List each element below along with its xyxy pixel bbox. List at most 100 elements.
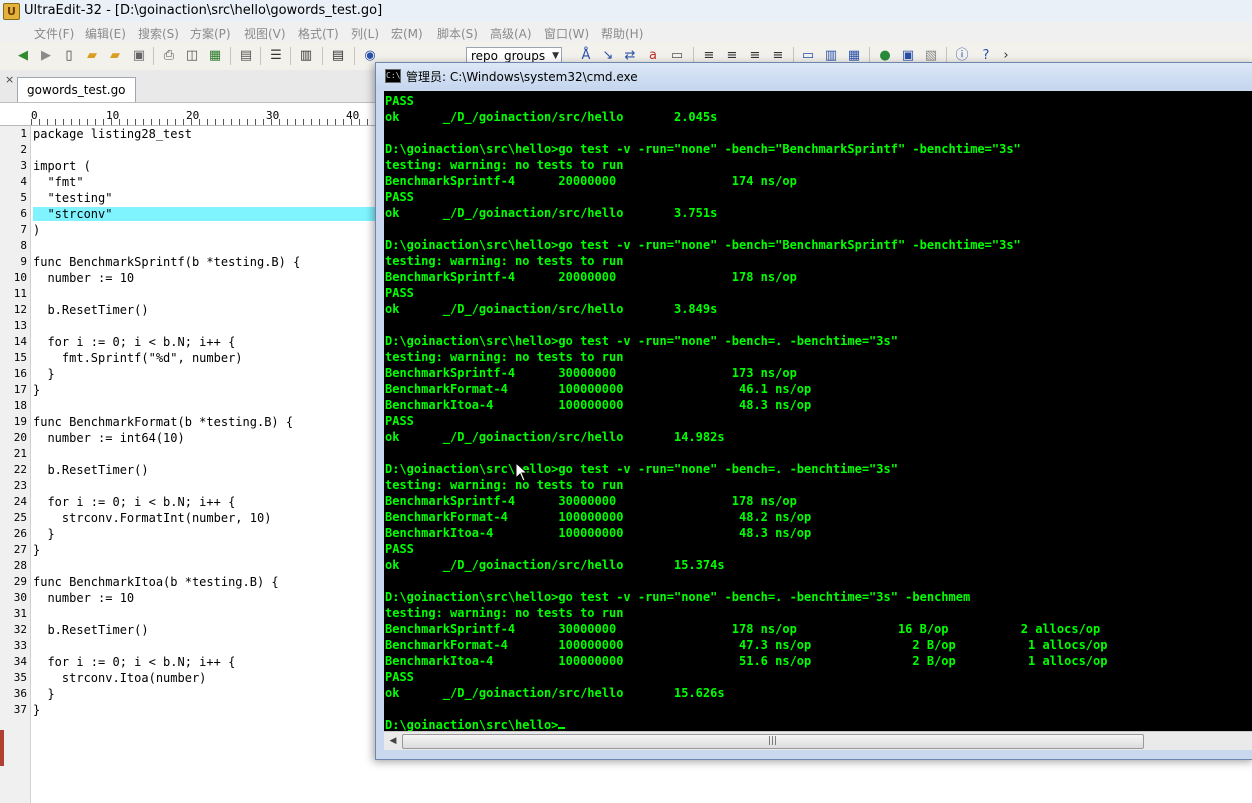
cmd-titlebar[interactable]: C:\ 管理员: C:\Windows\system32\cmd.exe [376,63,1252,89]
new-file-icon[interactable]: ▯ [61,48,77,64]
menu-project[interactable]: 方案(P) [190,25,231,42]
line-number: 27 [13,543,27,556]
menu-search[interactable]: 搜索(S) [138,25,179,42]
ultraedit-window-title: UltraEdit-32 - [D:\goinaction\src\hello\… [24,3,383,18]
close-tab-icon[interactable]: × [5,73,14,86]
menu-file[interactable]: 文件(F) [34,25,74,42]
code-line: } [33,527,55,541]
console-line: D:\goinaction\src\hello>go test -v -run=… [385,590,971,604]
save-icon[interactable]: ▣ [131,48,147,64]
console-line: PASS [385,190,414,204]
line-number: 14 [13,335,27,348]
word-wrap-icon[interactable]: ☰ [268,48,284,64]
tab-gowords-test[interactable]: gowords_test.go [17,77,136,102]
console-line: BenchmarkSprintf-4 30000000 178 ns/op [385,494,797,508]
line-number: 28 [13,559,27,572]
print-icon[interactable]: ⎙ [161,48,177,64]
print-preview-icon[interactable]: ◫ [184,48,200,64]
menu-window[interactable]: 窗口(W) [544,25,589,42]
code-line: ) [33,223,41,237]
console-line: BenchmarkSprintf-4 30000000 178 ns/op 16… [385,622,1101,636]
line-number: 30 [13,591,27,604]
notes-icon[interactable]: ▤ [330,48,346,64]
toolbar-separator [354,47,355,65]
console-line: BenchmarkFormat-4 100000000 48.2 ns/op [385,510,812,524]
line-number: 4 [20,175,27,188]
code-line: } [33,383,41,397]
line-number: 6 [20,207,27,220]
ultraedit-titlebar[interactable]: U UltraEdit-32 - [D:\goinaction\src\hell… [0,0,1252,23]
code-line: number := 10 [33,271,135,285]
cmd-window-icon: C:\ [385,69,401,83]
menu-view[interactable]: 视图(V) [244,25,286,42]
console-line: BenchmarkSprintf-4 20000000 178 ns/op [385,270,797,284]
mouse-pointer-icon [515,462,529,482]
toolbar-separator [322,47,323,65]
code-line: for i := 0; i < b.N; i++ { [33,335,236,349]
menu-script[interactable]: 脚本(S) [437,25,478,42]
code-line: package listing28_test [33,127,192,141]
code-editor[interactable]: 1 package listing28_test 2 3 import (4 "fmt"… [0,126,380,803]
text-cursor [558,727,566,729]
toolbar-separator [153,47,154,65]
ultraedit-app-icon[interactable]: U [3,3,20,20]
line-number: 22 [13,463,27,476]
horizontal-scrollbar[interactable]: ◀ ||| [384,731,1252,750]
line-number: 13 [13,319,27,332]
menu-advanced[interactable]: 高级(A) [490,25,532,42]
console-line: PASS [385,542,414,556]
code-line: fmt.Sprintf("%d", number) [33,351,243,365]
menu-edit[interactable]: 编辑(E) [85,25,126,42]
line-number: 36 [13,687,27,700]
open-folder-icon[interactable]: ▰ [84,48,100,64]
console-line: testing: warning: no tests to run [385,254,624,268]
line-number: 24 [13,495,27,508]
toolbar-separator [260,47,261,65]
line-number: 16 [13,367,27,380]
document-icon[interactable]: ▤ [238,48,254,64]
cmd-window[interactable]: C:\ 管理员: C:\Windows\system32\cmd.exe PAS… [375,62,1252,760]
code-line: b.ResetTimer() [33,303,149,317]
window-edge-strip [0,730,4,766]
back-arrow-icon[interactable]: ◀ [15,48,31,64]
column-ruler: 0 10 20 30 40 [0,108,380,126]
menu-column[interactable]: 列(L) [351,25,379,42]
code-line: import ( [33,159,91,173]
forward-arrow-icon[interactable]: ▶ [38,48,54,64]
code-line: } [33,367,55,381]
line-number: 15 [13,351,27,364]
menu-format[interactable]: 格式(T) [298,25,339,42]
scroll-left-icon[interactable]: ◀ [386,732,400,750]
line-number: 3 [20,159,27,172]
cmd-window-title: 管理员: C:\Windows\system32\cmd.exe [406,70,638,84]
line-number: 37 [13,703,27,716]
line-number: 31 [13,607,27,620]
console-line: testing: warning: no tests to run [385,350,624,364]
console-line: ok _/D_/goinaction/src/hello 15.374s [385,558,725,572]
menu-macro[interactable]: 宏(M) [391,25,423,42]
code-line: b.ResetTimer() [33,463,149,477]
code-line: number := 10 [33,591,135,605]
open-recent-icon[interactable]: ▰ [107,48,123,64]
code-line: for i := 0; i < b.N; i++ { [33,495,236,509]
code-line: "testing" [33,191,113,205]
code-line: for i := 0; i < b.N; i++ { [33,655,236,669]
spreadsheet-icon[interactable]: ▦ [207,48,223,64]
menu-help[interactable]: 帮助(H) [601,25,643,42]
code-line: b.ResetTimer() [33,623,149,637]
line-number: 10 [13,271,27,284]
cmd-console-output[interactable]: PASS ok _/D_/goinaction/src/hello 2.045s D… [384,91,1252,731]
code-line: func BenchmarkFormat(b *testing.B) { [33,415,294,429]
line-number: 17 [13,383,27,396]
console-line: ok _/D_/goinaction/src/hello 2.045s [385,110,718,124]
console-line: PASS [385,286,414,300]
line-number: 5 [20,191,27,204]
ruler-ticks [31,119,380,125]
scrollbar-thumb[interactable]: ||| [402,734,1144,749]
line-number: 7 [20,223,27,236]
hex-mode-icon[interactable]: ▥ [298,48,314,64]
console-line: testing: warning: no tests to run [385,158,624,172]
console-line: BenchmarkSprintf-4 20000000 174 ns/op [385,174,797,188]
ultraedit-tabbar: × gowords_test.go [0,70,380,103]
line-number: 26 [13,527,27,540]
